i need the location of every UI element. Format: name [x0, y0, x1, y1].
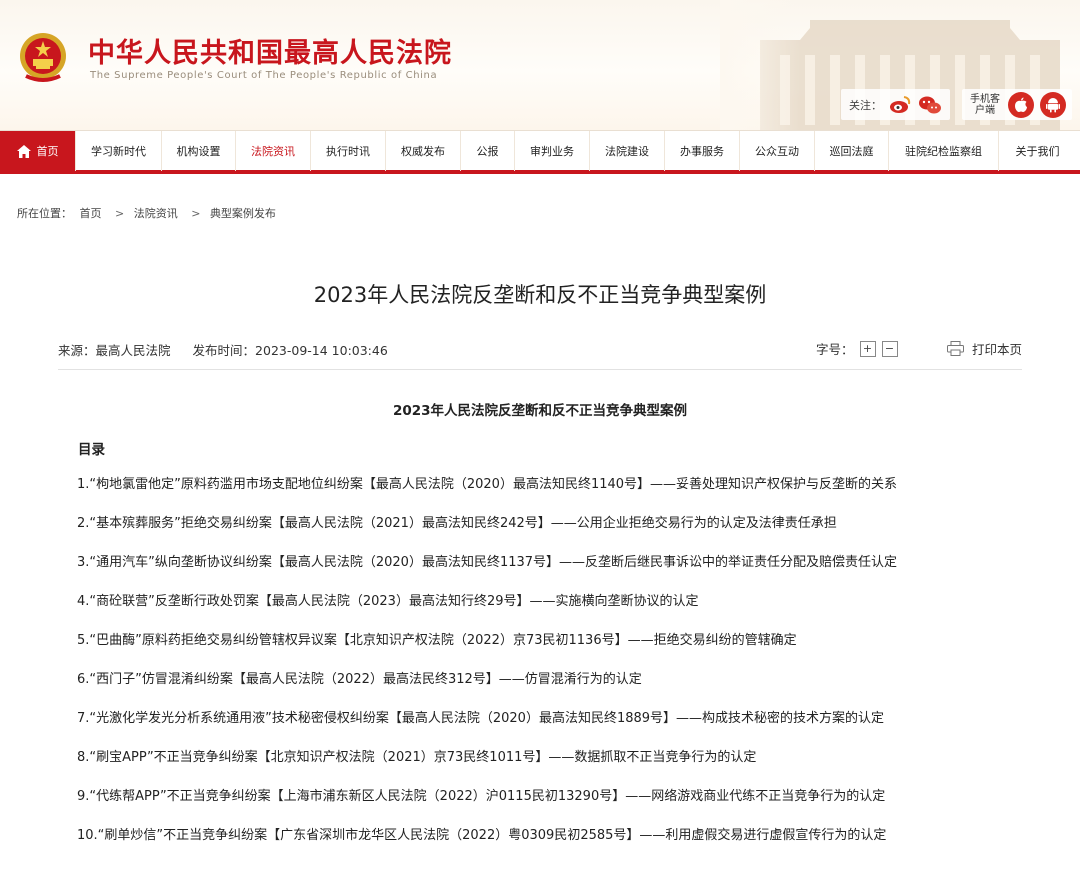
nav-item-gazette[interactable]: 公报 — [461, 131, 515, 171]
case-item: 2.“基本殡葬服务”拒绝交易纠纷案【最高人民法院（2021）最高法知民终242号… — [77, 516, 837, 531]
mobile-client-bar: 手机客户端 — [962, 89, 1072, 120]
main-nav: 首页 学习新时代 机构设置 法院资讯 执行时讯 权威发布 公报 审判业务 法院建… — [0, 130, 1080, 174]
print-label: 打印本页 — [971, 342, 1022, 357]
home-icon — [16, 144, 31, 158]
wechat-icon[interactable] — [918, 93, 942, 117]
breadcrumb-typical-cases[interactable]: 典型案例发布 — [210, 207, 276, 220]
nav-item-home[interactable]: 首页 — [0, 131, 76, 171]
case-item: 8.“刷宝APP”不正当竞争纠纷案【北京知识产权法院（2021）京73民终101… — [77, 750, 757, 765]
apple-icon[interactable] — [1008, 91, 1034, 118]
nav-item-circuit[interactable]: 巡回法庭 — [815, 131, 889, 171]
source-value: 最高人民法院 — [95, 343, 171, 358]
source-label: 来源： — [58, 343, 96, 358]
nav-item-discipline[interactable]: 驻院纪检监察组 — [889, 131, 999, 171]
case-item: 6.“西门子”仿冒混淆纠纷案【最高人民法院（2022）最高法民终312号】——仿… — [77, 672, 642, 687]
content-title: 2023年人民法院反垄断和反不正当竞争典型案例 — [392, 403, 688, 419]
font-size-control: 字号： + − — [816, 339, 898, 358]
nav-item-enforcement[interactable]: 执行时讯 — [311, 131, 386, 171]
breadcrumb-separator: > — [191, 207, 201, 220]
weibo-icon[interactable] — [888, 93, 912, 117]
font-increase-button[interactable]: + — [859, 340, 876, 357]
nav-item-trial[interactable]: 审判业务 — [515, 131, 590, 171]
case-item: 3.“通用汽车”纵向垄断协议纠纷案【最高人民法院（2020）最高法知民终1137… — [77, 555, 898, 570]
case-item: 1.“枸地氯雷他定”原料药滥用市场支配地位纠纷案【最高人民法院（2020）最高法… — [77, 477, 898, 492]
print-button[interactable]: 打印本页 — [946, 339, 1022, 358]
nav-item-court-building[interactable]: 法院建设 — [590, 131, 665, 171]
publish-time: 2023-09-14 10:03:46 — [255, 343, 388, 358]
article-meta: 来源：最高人民法院 发布时间：2023-09-14 10:03:46 字号： + … — [58, 340, 1022, 370]
article-meta-left: 来源：最高人民法院 发布时间：2023-09-14 10:03:46 — [58, 340, 388, 359]
breadcrumb-separator: > — [115, 207, 125, 220]
breadcrumb: 所在位置： 首页 > 法院资讯 > 典型案例发布 — [17, 205, 280, 221]
nav-item-study[interactable]: 学习新时代 — [76, 131, 162, 171]
printer-icon — [946, 341, 964, 356]
nav-item-services[interactable]: 办事服务 — [665, 131, 740, 171]
case-item: 5.“巴曲酶”原料药拒绝交易纠纷管辖权异议案【北京知识产权法院（2022）京73… — [77, 633, 797, 648]
publish-label: 发布时间： — [192, 343, 256, 358]
font-size-label: 字号： — [816, 342, 854, 357]
site-title: 中华人民共和国最高人民法院 — [88, 38, 452, 69]
site-subtitle: The Supreme People's Court of The People… — [90, 70, 438, 81]
nav-item-organization[interactable]: 机构设置 — [162, 131, 236, 171]
case-item: 9.“代练帮APP”不正当竞争纠纷案【上海市浦东新区人民法院（2022）沪011… — [77, 789, 886, 804]
nav-item-court-news[interactable]: 法院资讯 — [236, 131, 311, 171]
nav-item-about[interactable]: 关于我们 — [999, 131, 1076, 171]
font-decrease-button[interactable]: − — [881, 340, 898, 357]
toc-heading: 目录 — [78, 442, 105, 458]
android-icon[interactable] — [1040, 91, 1066, 118]
case-item: 10.“刷单炒信”不正当竞争纠纷案【广东省深圳市龙华区人民法院（2022）粤03… — [77, 828, 887, 843]
mobile-client-label: 手机客户端 — [970, 93, 1000, 116]
nav-item-release[interactable]: 权威发布 — [386, 131, 461, 171]
follow-label: 关注： — [849, 98, 882, 112]
site-header: 中华人民共和国最高人民法院 The Supreme People's Court… — [0, 0, 1080, 130]
case-item: 7.“光激化学发光分析系统通用液”技术秘密侵权纠纷案【最高人民法院（2020）最… — [77, 711, 885, 726]
case-list: 1.“枸地氯雷他定”原料药滥用市场支配地位纠纷案【最高人民法院（2020）最高法… — [77, 472, 1027, 862]
breadcrumb-home[interactable]: 首页 — [80, 207, 102, 220]
nav-item-interaction[interactable]: 公众互动 — [740, 131, 815, 171]
meta-divider — [58, 369, 1022, 370]
follow-bar: 关注： — [841, 89, 950, 120]
nav-item-label: 首页 — [36, 145, 59, 158]
article-title: 2023年人民法院反垄断和反不正当竞争典型案例 — [313, 283, 767, 307]
case-item: 4.“商砼联营”反垄断行政处罚案【最高人民法院（2023）最高法知行终29号】—… — [77, 594, 699, 609]
national-emblem-icon — [20, 33, 66, 82]
breadcrumb-court-news[interactable]: 法院资讯 — [134, 207, 178, 220]
breadcrumb-prefix: 所在位置： — [17, 207, 72, 220]
